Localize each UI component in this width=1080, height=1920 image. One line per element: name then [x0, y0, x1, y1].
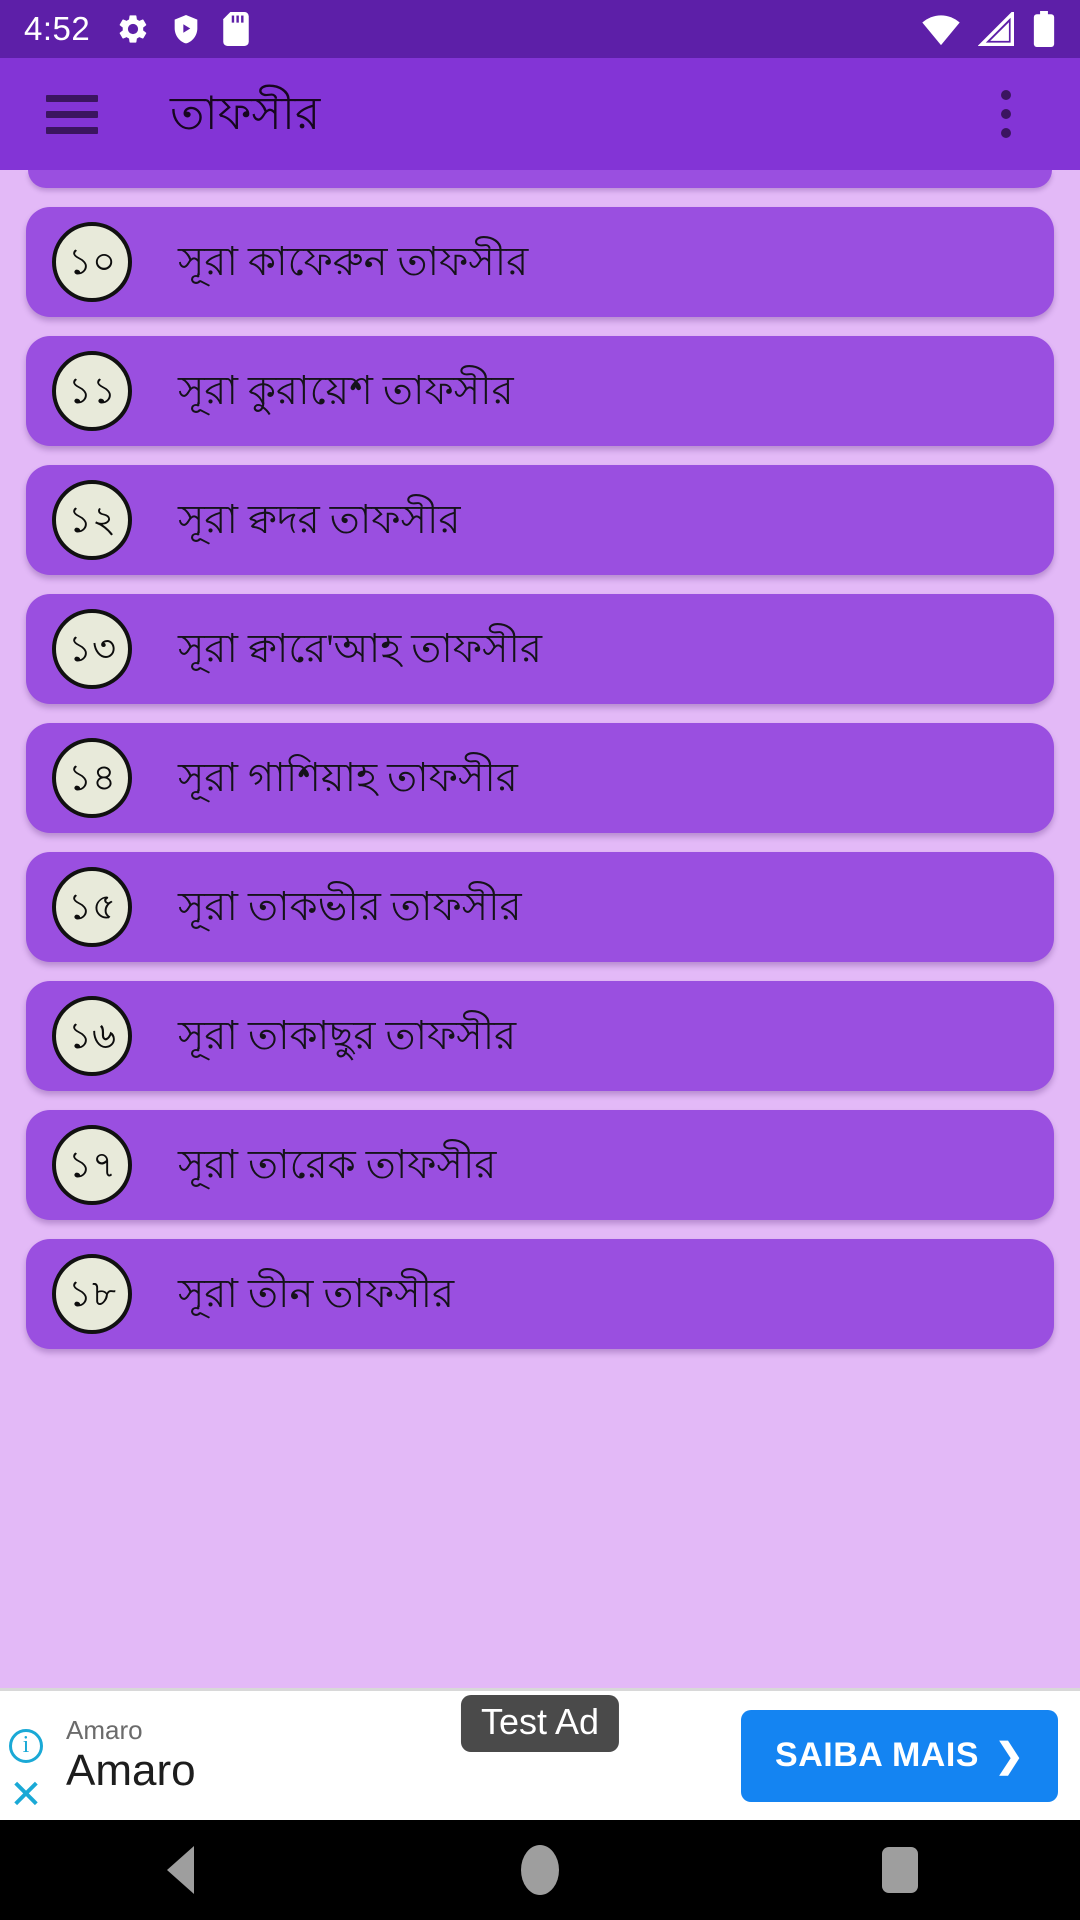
- info-icon[interactable]: i: [9, 1728, 43, 1763]
- app-bar: তাফসীর: [0, 58, 1080, 170]
- ad-cta-label: SAIBA MAIS: [775, 1736, 979, 1774]
- list-item-number-badge: ১৩: [52, 609, 132, 689]
- test-ad-badge: Test Ad: [460, 1695, 620, 1752]
- status-bar: 4:52: [0, 0, 1080, 58]
- hamburger-menu-icon[interactable]: [36, 78, 108, 150]
- list-item[interactable]: ১৮ সূরা তীন তাফসীর: [26, 1239, 1054, 1349]
- ad-text-block: Amaro Amaro: [66, 1716, 196, 1795]
- nav-back-button[interactable]: [120, 1820, 240, 1920]
- menu-bar-2: [46, 110, 98, 118]
- tafsir-list[interactable]: ১০ সূরা কাফেরুন তাফসীর ১১ সূরা কুরায়েশ তাফ…: [0, 170, 1080, 1688]
- list-item-label: সূরা তাকাছুর তাফসীর: [178, 1013, 517, 1058]
- gear-icon: [116, 12, 150, 46]
- list-item-number-badge: ১১: [52, 351, 132, 431]
- list-item[interactable]: ১৭ সূরা তারেক তাফসীর: [26, 1110, 1054, 1220]
- list-item-number-badge: ১৮: [52, 1254, 132, 1334]
- list-item[interactable]: ১০ সূরা কাফেরুন তাফসীর: [26, 207, 1054, 317]
- phone-screen: 4:52 তাফসীর ১০ সূরা কাফেরুন তাফসীর ১১ সূ…: [0, 0, 1080, 1920]
- list-item-number-badge: ১৬: [52, 996, 132, 1076]
- list-item[interactable]: ১৫ সূরা তাকভীর তাফসীর: [26, 852, 1054, 962]
- ad-controls: i ✕: [0, 1691, 52, 1820]
- status-bar-right-group: [904, 11, 1056, 47]
- list-item-label: সূরা গাশিয়াহ তাফসীর: [178, 755, 518, 800]
- overflow-dot-3: [1001, 128, 1011, 138]
- list-item[interactable]: ১৩ সূরা ক্বারে'আহ তাফসীর: [26, 594, 1054, 704]
- list-item-label: সূরা তারেক তাফসীর: [178, 1142, 497, 1187]
- list-item-number-badge: ১৪: [52, 738, 132, 818]
- ad-banner[interactable]: i ✕ Amaro Amaro Test Ad SAIBA MAIS ❯: [0, 1688, 1080, 1820]
- ad-advertiser-name: Amaro: [66, 1715, 143, 1745]
- ad-headline: Amaro: [66, 1745, 196, 1795]
- android-nav-bar: [0, 1820, 1080, 1920]
- home-circle-icon: [521, 1845, 559, 1895]
- back-triangle-icon: [166, 1846, 194, 1894]
- list-item[interactable]: ১৪ সূরা গাশিয়াহ তাফসীর: [26, 723, 1054, 833]
- page-title: তাফসীর: [170, 88, 321, 139]
- list-item-number-badge: ১২: [52, 480, 132, 560]
- list-item-label: সূরা তীন তাফসীর: [178, 1271, 455, 1316]
- sd-card-icon: [222, 12, 250, 46]
- list-item-number-badge: ১৭: [52, 1125, 132, 1205]
- list-item-partial-above[interactable]: [28, 170, 1052, 188]
- list-item-label: সূরা তাকভীর তাফসীর: [178, 884, 522, 929]
- list-item-number-badge: ১৫: [52, 867, 132, 947]
- close-icon[interactable]: ✕: [9, 1775, 43, 1815]
- chevron-right-icon: ❯: [995, 1736, 1024, 1775]
- shield-play-icon: [170, 12, 202, 46]
- list-item-number-badge: ১০: [52, 222, 132, 302]
- menu-bar-1: [46, 94, 98, 102]
- list-item-label: সূরা ক্বারে'আহ তাফসীর: [178, 626, 543, 671]
- list-item-label: সূরা কাফেরুন তাফসীর: [178, 239, 529, 284]
- menu-bar-3: [46, 126, 98, 134]
- battery-icon: [1032, 11, 1056, 47]
- wifi-icon: [920, 12, 962, 46]
- list-item[interactable]: ১১ সূরা কুরায়েশ তাফসীর: [26, 336, 1054, 446]
- status-clock: 4:52: [24, 10, 91, 47]
- ad-cta-button[interactable]: SAIBA MAIS ❯: [741, 1709, 1058, 1802]
- list-item[interactable]: ১৬ সূরা তাকাছুর তাফসীর: [26, 981, 1054, 1091]
- list-item-label: সূরা ক্বদর তাফসীর: [178, 497, 461, 542]
- cellular-signal-icon: [978, 12, 1016, 46]
- overflow-dot-2: [1001, 109, 1011, 119]
- nav-home-button[interactable]: [480, 1820, 600, 1920]
- more-vertical-icon[interactable]: [974, 78, 1038, 150]
- nav-recents-button[interactable]: [840, 1820, 960, 1920]
- list-item[interactable]: ১২ সূরা ক্বদর তাফসীর: [26, 465, 1054, 575]
- list-item-label: সূরা কুরায়েশ তাফসীর: [178, 368, 514, 413]
- recents-square-icon: [882, 1847, 918, 1893]
- overflow-dot-1: [1001, 90, 1011, 100]
